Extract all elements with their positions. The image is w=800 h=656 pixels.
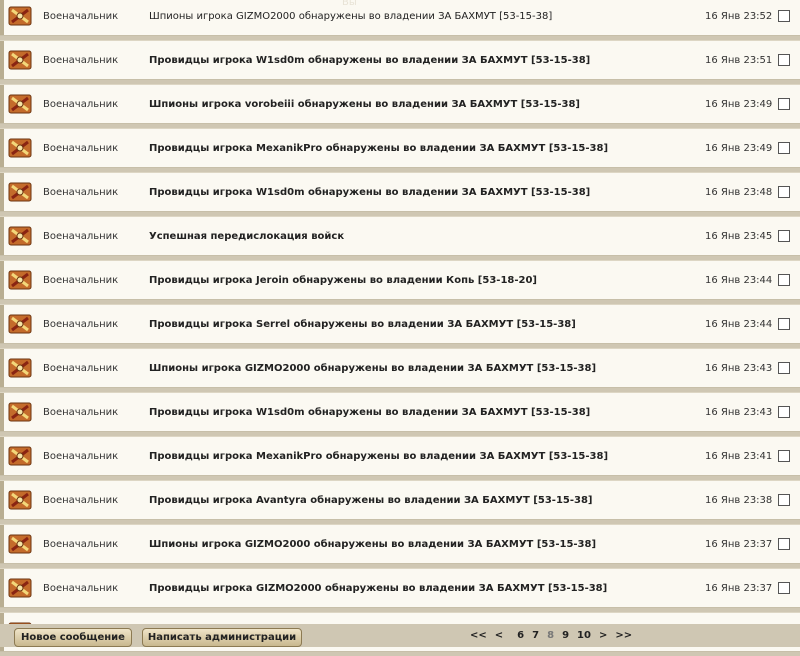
scroll-message-icon (8, 137, 32, 159)
message-row[interactable]: Военачальник Шпионы игрока GIZMO2000 обна… (0, 524, 800, 564)
scroll-message-icon (8, 489, 32, 511)
scroll-message-icon (8, 533, 32, 555)
message-select-checkbox[interactable] (778, 186, 790, 198)
message-select-checkbox[interactable] (778, 582, 790, 594)
message-subject[interactable]: Провидцы игрока GIZMO2000 обнаружены во … (149, 583, 607, 594)
message-date: 16 Янв 23:51 (705, 54, 773, 66)
message-row[interactable]: Военачальник Шпионы игрока GIZMO2000 обна… (0, 0, 800, 36)
scroll-message-icon (8, 93, 32, 115)
message-date: 16 Янв 23:48 (705, 186, 773, 198)
message-select-checkbox[interactable] (778, 230, 790, 242)
message-sender: Военачальник (43, 450, 119, 462)
pager-next-link[interactable]: > (599, 630, 607, 641)
message-date: 16 Янв 23:43 (705, 362, 773, 374)
pager-page-link[interactable]: 6 (517, 630, 524, 641)
scroll-message-icon (8, 357, 32, 379)
scroll-message-icon (8, 445, 32, 467)
message-subject[interactable]: Провидцы игрока Serrel обнаружены во вла… (149, 319, 576, 330)
footer-bar: Новое сообщение Написать администрации <… (0, 624, 800, 647)
message-row[interactable]: Военачальник Провидцы игрока MexanikPro о… (0, 128, 800, 168)
pager-page-link[interactable]: 10 (577, 630, 591, 641)
scroll-message-icon (8, 225, 32, 247)
message-date: 16 Янв 23:45 (705, 230, 773, 242)
message-sender: Военачальник (43, 142, 119, 154)
message-sender: Военачальник (43, 362, 119, 374)
message-row[interactable]: Военачальник Провидцы игрока GIZMO2000 об… (0, 568, 800, 608)
new-message-button[interactable]: Новое сообщение (14, 628, 132, 647)
message-date: 16 Янв 23:37 (705, 582, 773, 594)
message-subject[interactable]: Провидцы игрока W1sd0m обнаружены во вла… (149, 187, 590, 198)
message-subject[interactable]: Шпионы игрока GIZMO2000 обнаружены во вл… (149, 539, 596, 550)
message-sender: Военачальник (43, 54, 119, 66)
message-sender: Военачальник (43, 10, 119, 22)
message-row[interactable]: Военачальник Шпионы игрока vorobeiii обна… (0, 84, 800, 124)
message-sender: Военачальник (43, 538, 119, 550)
pager-page-link[interactable]: 7 (532, 630, 539, 641)
pager-page-link[interactable]: 9 (562, 630, 569, 641)
scroll-message-icon (8, 5, 32, 27)
message-select-checkbox[interactable] (778, 98, 790, 110)
message-subject[interactable]: Провидцы игрока Jeroin обнаружены во вла… (149, 275, 537, 286)
message-subject[interactable]: Провидцы игрока W1sd0m обнаружены во вла… (149, 407, 590, 418)
message-subject[interactable]: Успешная передислокация войск (149, 231, 344, 242)
message-select-checkbox[interactable] (778, 274, 790, 286)
message-subject[interactable]: Провидцы игрока MexanikPro обнаружены во… (149, 451, 608, 462)
scroll-message-icon (8, 401, 32, 423)
scroll-message-icon (8, 269, 32, 291)
message-sender: Военачальник (43, 318, 119, 330)
scroll-message-icon (8, 313, 32, 335)
message-date: 16 Янв 23:41 (705, 450, 773, 462)
message-date: 16 Янв 23:44 (705, 318, 773, 330)
message-date: 16 Янв 23:49 (705, 142, 773, 154)
message-date: 16 Янв 23:49 (705, 98, 773, 110)
message-date: 16 Янв 23:52 (705, 10, 773, 22)
message-list: Военачальник Шпионы игрока GIZMO2000 обна… (0, 0, 800, 656)
message-select-checkbox[interactable] (778, 318, 790, 330)
message-date: 16 Янв 23:44 (705, 274, 773, 286)
message-date: 16 Янв 23:43 (705, 406, 773, 418)
message-sender: Военачальник (43, 98, 119, 110)
message-row[interactable]: Военачальник Провидцы игрока MexanikPro о… (0, 436, 800, 476)
write-admin-button[interactable]: Написать администрации (142, 628, 302, 647)
message-sender: Военачальник (43, 274, 119, 286)
message-row[interactable]: Военачальник Провидцы игрока W1sd0m обнар… (0, 40, 800, 80)
scroll-message-icon (8, 49, 32, 71)
message-row[interactable]: Военачальник Провидцы игрока Jeroin обнар… (0, 260, 800, 300)
message-row[interactable]: Военачальник Успешная передислокация войс… (0, 216, 800, 256)
message-date: 16 Янв 23:38 (705, 494, 773, 506)
message-select-checkbox[interactable] (778, 10, 790, 22)
pager-page-link: 8 (547, 630, 555, 641)
message-sender: Военачальник (43, 582, 119, 594)
message-sender: Военачальник (43, 406, 119, 418)
message-date: 16 Янв 23:37 (705, 538, 773, 550)
pagination: << <6 7 8 9 10 > >> (470, 630, 632, 641)
message-select-checkbox[interactable] (778, 362, 790, 374)
message-subject[interactable]: Провидцы игрока Avantyra обнаружены во в… (149, 495, 593, 506)
pager-prev-link[interactable]: < (495, 630, 503, 641)
message-sender: Военачальник (43, 494, 119, 506)
message-row[interactable]: Военачальник Провидцы игрока W1sd0m обнар… (0, 172, 800, 212)
message-select-checkbox[interactable] (778, 54, 790, 66)
message-subject[interactable]: Провидцы игрока W1sd0m обнаружены во вла… (149, 55, 590, 66)
scroll-message-icon (8, 577, 32, 599)
message-row[interactable]: Военачальник Провидцы игрока Serrel обнар… (0, 304, 800, 344)
message-row[interactable]: Военачальник Шпионы игрока GIZMO2000 обна… (0, 348, 800, 388)
message-subject[interactable]: Шпионы игрока GIZMO2000 обнаружены во вл… (149, 11, 552, 22)
message-select-checkbox[interactable] (778, 142, 790, 154)
message-select-checkbox[interactable] (778, 538, 790, 550)
pager-last-link[interactable]: >> (615, 630, 632, 641)
message-subject[interactable]: Шпионы игрока GIZMO2000 обнаружены во вл… (149, 363, 596, 374)
message-select-checkbox[interactable] (778, 406, 790, 418)
message-subject[interactable]: Шпионы игрока vorobeiii обнаружены во вл… (149, 99, 580, 110)
message-sender: Военачальник (43, 230, 119, 242)
scroll-message-icon (8, 181, 32, 203)
message-sender: Военачальник (43, 186, 119, 198)
message-subject[interactable]: Провидцы игрока MexanikPro обнаружены во… (149, 143, 608, 154)
message-row[interactable]: Военачальник Провидцы игрока W1sd0m обнар… (0, 392, 800, 432)
message-select-checkbox[interactable] (778, 494, 790, 506)
message-row[interactable]: Военачальник Провидцы игрока Avantyra обн… (0, 480, 800, 520)
pager-first-link[interactable]: << (470, 630, 487, 641)
message-select-checkbox[interactable] (778, 450, 790, 462)
